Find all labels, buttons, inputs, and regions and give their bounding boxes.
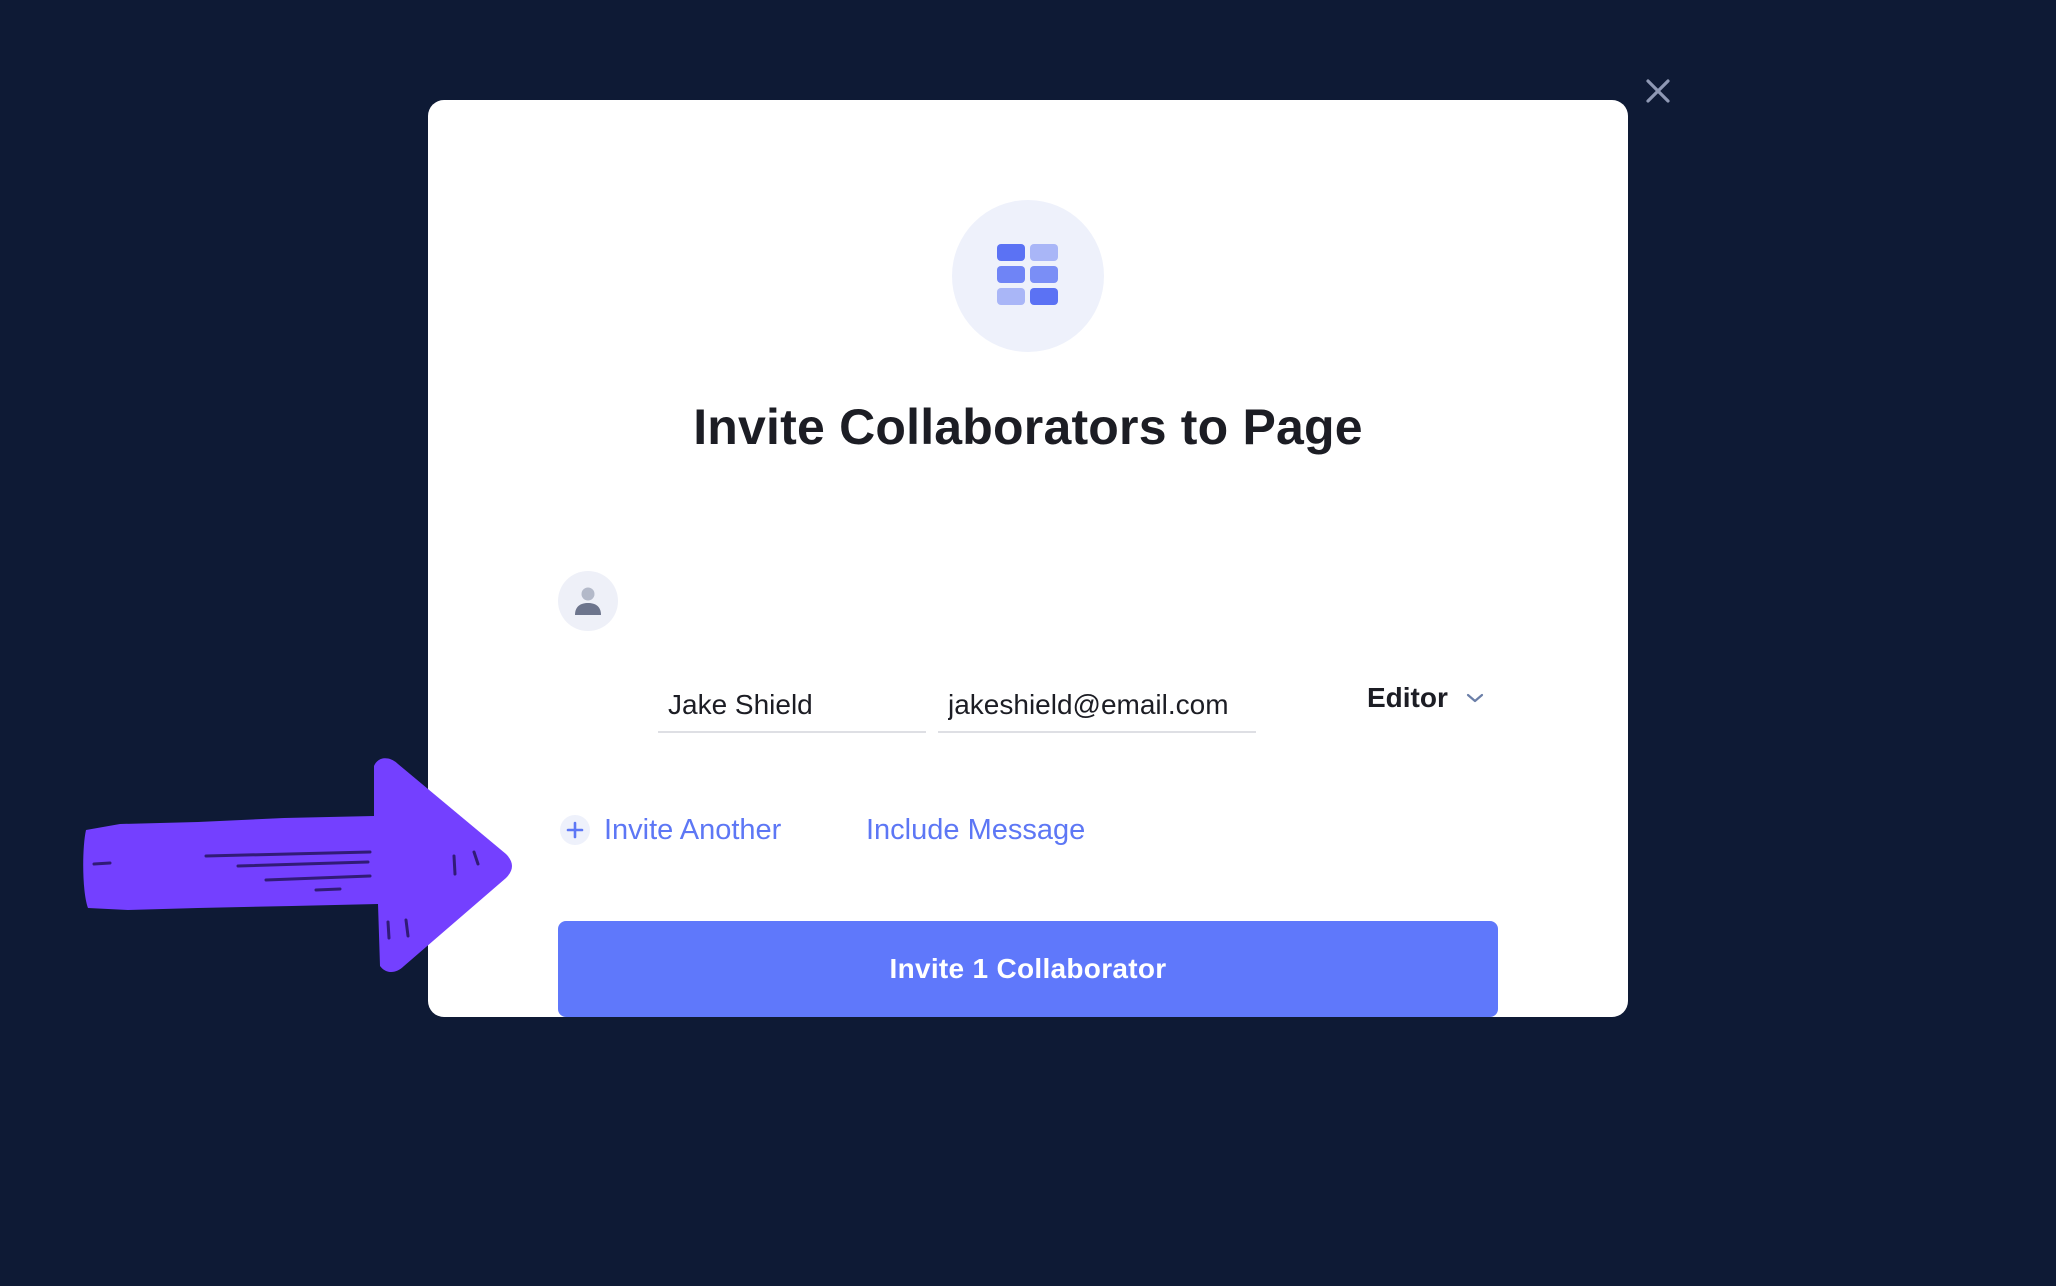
hand-drawn-arrow-icon — [83, 758, 512, 972]
include-message-link[interactable]: Include Message — [866, 810, 1085, 850]
close-button[interactable] — [1641, 74, 1675, 108]
logo-badge — [952, 200, 1104, 352]
role-dropdown[interactable]: Editor — [1367, 678, 1484, 718]
email-field[interactable] — [938, 667, 1256, 733]
invite-collaborators-button[interactable]: Invite 1 Collaborator — [558, 921, 1498, 1017]
modal-title: Invite Collaborators to Page — [693, 399, 1363, 455]
plus-icon — [560, 815, 590, 845]
avatar — [558, 571, 618, 631]
role-selected-label: Editor — [1367, 682, 1448, 713]
close-icon — [1646, 79, 1670, 103]
invite-collaborators-modal: Invite Collaborators to Page Editor Invi… — [428, 100, 1628, 1017]
grid-logo-icon — [997, 244, 1058, 305]
name-field[interactable] — [658, 667, 926, 733]
user-avatar-icon — [575, 587, 601, 615]
invite-another-button[interactable]: Invite Another — [560, 810, 781, 850]
chevron-down-icon — [1466, 693, 1483, 703]
invite-another-label: Invite Another — [604, 813, 782, 846]
include-message-label: Include Message — [866, 813, 1086, 846]
